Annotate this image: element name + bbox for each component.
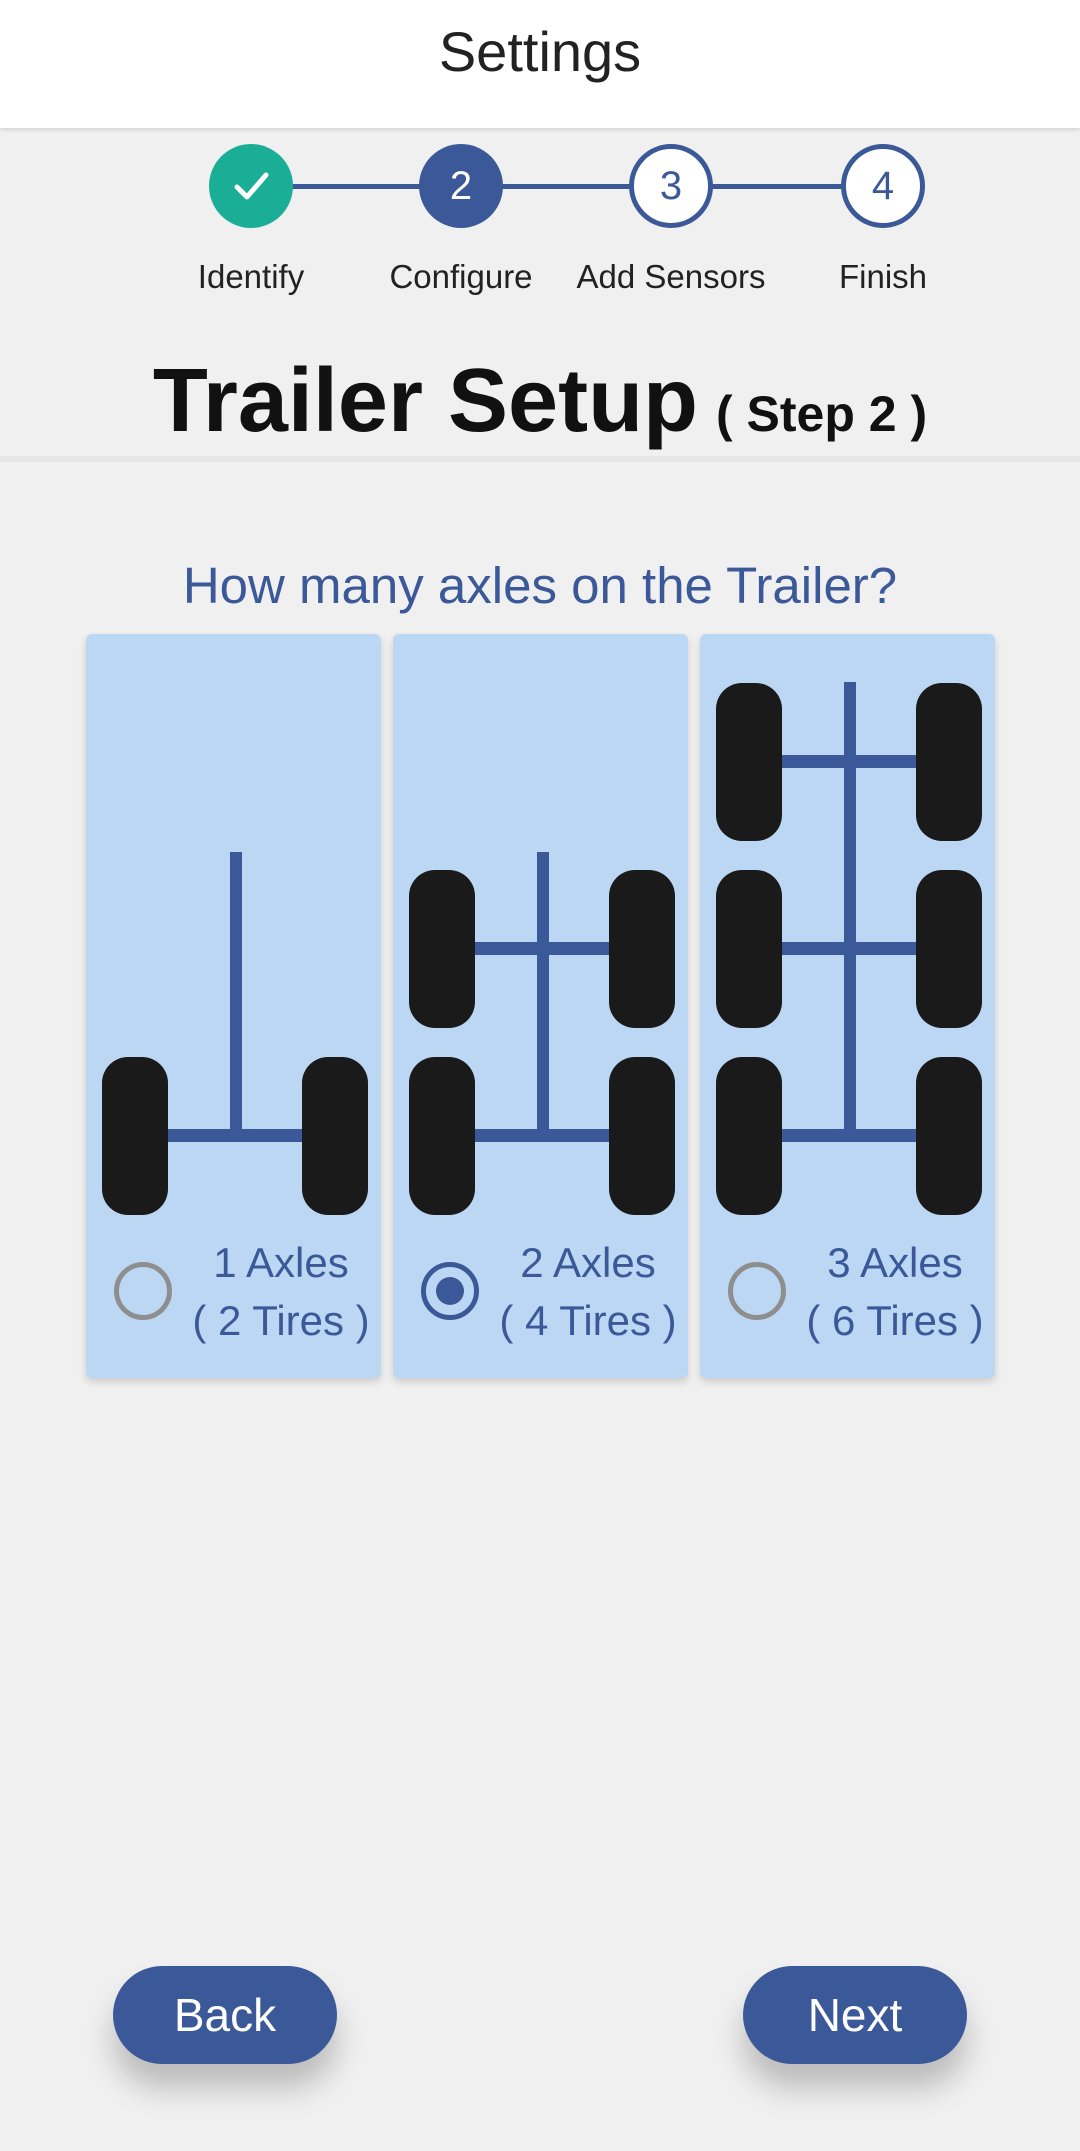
option-label: 3 Axles ( 6 Tires ) xyxy=(800,1234,990,1350)
option-axles-text: 1 Axles xyxy=(213,1239,349,1286)
option-tires-text: ( 4 Tires ) xyxy=(499,1297,677,1344)
step-4-number: 4 xyxy=(871,163,895,208)
step-3-label: Add Sensors xyxy=(576,258,766,295)
next-button[interactable]: Next xyxy=(743,1966,967,2064)
option-tires-text: ( 2 Tires ) xyxy=(192,1297,370,1344)
radio-3-axles[interactable] xyxy=(728,1262,786,1320)
tire-icon xyxy=(409,870,475,1028)
option-label: 2 Axles ( 4 Tires ) xyxy=(493,1234,683,1350)
step-3-circle: 3 xyxy=(629,144,713,228)
option-tires-text: ( 6 Tires ) xyxy=(806,1297,984,1344)
option-axles-text: 3 Axles xyxy=(827,1239,963,1286)
back-button[interactable]: Back xyxy=(113,1966,337,2064)
page-title: Trailer Setup xyxy=(152,351,699,451)
app-bar: Settings xyxy=(0,0,1080,128)
tire-icon xyxy=(302,1057,368,1215)
tire-icon xyxy=(916,870,982,1028)
option-label: 1 Axles ( 2 Tires ) xyxy=(186,1234,376,1350)
step-2-circle: 2 xyxy=(419,144,503,228)
tire-icon xyxy=(916,1057,982,1215)
axle-diagram-2 xyxy=(409,852,675,1215)
step-3-number: 3 xyxy=(659,163,683,208)
axle-question: How many axles on the Trailer? xyxy=(182,557,898,614)
axle-diagram-1 xyxy=(102,852,368,1215)
option-axles-text: 2 Axles xyxy=(520,1239,656,1286)
option-card-3-axles[interactable]: 3 Axles ( 6 Tires ) xyxy=(700,634,995,1378)
check-icon xyxy=(234,172,269,200)
axle-diagram-3 xyxy=(716,682,982,1215)
option-card-2-axles[interactable]: 2 Axles ( 4 Tires ) xyxy=(393,634,688,1378)
step-2-number: 2 xyxy=(449,163,473,208)
radio-1-axle[interactable] xyxy=(114,1262,172,1320)
step-1-label: Identify xyxy=(197,258,305,295)
step-2-label: Configure xyxy=(389,258,533,295)
page-step-label: ( Step 2 ) xyxy=(716,386,928,442)
tire-icon xyxy=(102,1057,168,1215)
tire-icon xyxy=(716,683,782,841)
option-card-1-axle[interactable]: 1 Axles ( 2 Tires ) xyxy=(86,634,381,1378)
page-heading: Trailer Setup ( Step 2 ) xyxy=(0,350,1080,453)
step-1-circle xyxy=(209,144,293,228)
step-4-circle: 4 xyxy=(841,144,925,228)
tire-icon xyxy=(716,870,782,1028)
radio-2-axles[interactable] xyxy=(421,1262,479,1320)
tire-icon xyxy=(916,683,982,841)
step-4-label: Finish xyxy=(838,258,928,295)
tire-icon xyxy=(716,1057,782,1215)
tire-icon xyxy=(409,1057,475,1215)
tire-icon xyxy=(609,1057,675,1215)
app-title: Settings xyxy=(438,19,642,83)
tire-icon xyxy=(609,870,675,1028)
divider xyxy=(0,456,1080,462)
